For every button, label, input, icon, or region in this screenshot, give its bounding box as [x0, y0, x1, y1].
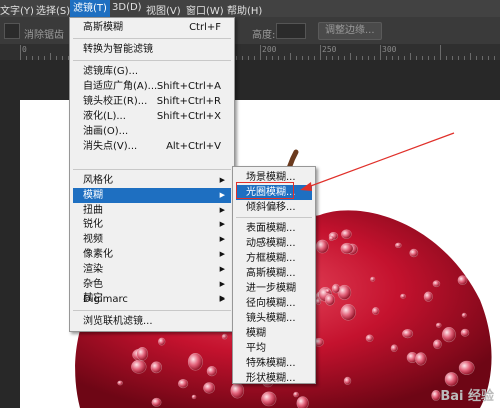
- annotation-arrow: [300, 132, 455, 191]
